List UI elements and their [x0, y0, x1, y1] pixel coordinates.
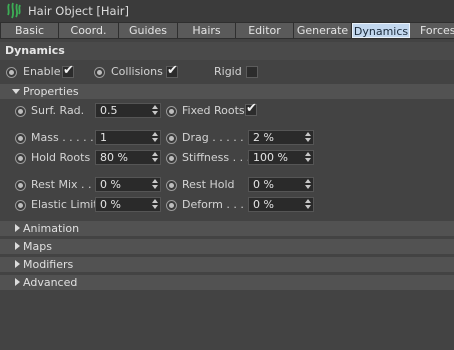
- elastic-limit-label: Elastic Limit: [31, 198, 98, 211]
- drag-value: 2 %: [253, 131, 274, 144]
- check-mark-icon: ✔: [63, 63, 74, 78]
- properties-group-header[interactable]: Properties: [0, 84, 454, 99]
- drag-animate-radio[interactable]: [166, 133, 177, 144]
- tab-forces[interactable]: Forces: [410, 23, 454, 38]
- hold-roots-animate-radio[interactable]: [15, 153, 26, 164]
- rest-mix-label: Rest Mix . . .: [31, 178, 99, 191]
- surf-rad-field[interactable]: 0.5: [95, 103, 161, 118]
- chevron-right-icon: [15, 278, 20, 286]
- maps-group-header[interactable]: Maps: [0, 239, 454, 254]
- spinner-arrows-icon[interactable]: [152, 179, 158, 190]
- elastic-limit-animate-radio[interactable]: [15, 200, 26, 211]
- rest-hold-field[interactable]: 0 %: [248, 177, 314, 192]
- chevron-right-icon: [15, 242, 20, 250]
- spinner-arrows-icon[interactable]: [305, 132, 311, 143]
- collisions-animate-radio[interactable]: [94, 67, 105, 78]
- tab-coord[interactable]: Coord.: [59, 23, 119, 38]
- rest-mix-value: 0 %: [100, 178, 121, 191]
- advanced-title: Advanced: [23, 276, 78, 289]
- maps-title: Maps: [23, 240, 52, 253]
- spinner-arrows-icon[interactable]: [152, 132, 158, 143]
- advanced-group-header[interactable]: Advanced: [0, 275, 454, 290]
- chevron-down-icon: [12, 89, 20, 94]
- surf-rad-label: Surf. Rad.: [31, 104, 85, 117]
- title-bar: Hair Object [Hair]: [0, 0, 454, 22]
- stiffness-value: 100 %: [253, 151, 288, 164]
- deform-animate-radio[interactable]: [166, 200, 177, 211]
- tab-bar: Basic Coord. Guides Hairs Editor Generat…: [0, 22, 454, 39]
- collisions-checkbox[interactable]: ✔: [166, 63, 178, 78]
- stiffness-animate-radio[interactable]: [166, 153, 177, 164]
- deform-label: Deform . . . . .: [182, 198, 258, 211]
- spinner-arrows-icon[interactable]: [305, 199, 311, 210]
- hair-object-icon: [7, 2, 21, 19]
- hold-roots-value: 80 %: [100, 151, 128, 164]
- hold-roots-label: Hold Roots: [31, 151, 91, 164]
- rest-hold-label: Rest Hold: [182, 178, 235, 191]
- elastic-limit-value: 0 %: [100, 198, 121, 211]
- rest-hold-value: 0 %: [253, 178, 274, 191]
- collisions-label: Collisions: [111, 65, 163, 78]
- tab-editor[interactable]: Editor: [236, 23, 294, 38]
- fixed-roots-animate-radio[interactable]: [166, 106, 177, 117]
- rigid-label: Rigid: [214, 65, 242, 78]
- tab-dynamics[interactable]: Dynamics: [352, 23, 410, 38]
- check-mark-icon: ✔: [167, 63, 178, 78]
- mass-field[interactable]: 1: [95, 130, 161, 145]
- surf-rad-value: 0.5: [100, 104, 118, 117]
- modifiers-title: Modifiers: [23, 258, 74, 271]
- spinner-arrows-icon[interactable]: [152, 199, 158, 210]
- rest-hold-animate-radio[interactable]: [166, 180, 177, 191]
- spinner-arrows-icon[interactable]: [152, 152, 158, 163]
- properties-title: Properties: [23, 85, 79, 98]
- fixed-roots-checkbox[interactable]: ✔: [245, 101, 257, 116]
- chevron-right-icon: [15, 224, 20, 232]
- stiffness-field[interactable]: 100 %: [248, 150, 314, 165]
- spinner-arrows-icon[interactable]: [152, 105, 158, 116]
- section-title: Dynamics: [5, 44, 65, 57]
- surf-rad-animate-radio[interactable]: [15, 106, 26, 117]
- stiffness-label: Stiffness . . .: [182, 151, 251, 164]
- enable-label: Enable: [23, 65, 61, 78]
- deform-value: 0 %: [253, 198, 274, 211]
- mass-animate-radio[interactable]: [15, 133, 26, 144]
- check-mark-icon: ✔: [246, 101, 257, 116]
- tab-generate[interactable]: Generate: [294, 23, 352, 38]
- chevron-right-icon: [15, 260, 20, 268]
- mass-value: 1: [100, 131, 107, 144]
- enable-animate-radio[interactable]: [6, 67, 17, 78]
- elastic-limit-field[interactable]: 0 %: [95, 197, 161, 212]
- hold-roots-field[interactable]: 80 %: [95, 150, 161, 165]
- rest-mix-animate-radio[interactable]: [15, 180, 26, 191]
- animation-title: Animation: [23, 222, 80, 235]
- fixed-roots-label: Fixed Roots: [182, 104, 245, 117]
- deform-field[interactable]: 0 %: [248, 197, 314, 212]
- modifiers-group-header[interactable]: Modifiers: [0, 257, 454, 272]
- spinner-arrows-icon[interactable]: [305, 152, 311, 163]
- animation-group-header[interactable]: Animation: [0, 221, 454, 236]
- spinner-arrows-icon[interactable]: [305, 179, 311, 190]
- tab-guides[interactable]: Guides: [119, 23, 178, 38]
- tab-basic[interactable]: Basic: [1, 23, 59, 38]
- rest-mix-field[interactable]: 0 %: [95, 177, 161, 192]
- section-header: Dynamics: [0, 42, 454, 60]
- window-title: Hair Object [Hair]: [28, 4, 129, 18]
- tab-hairs[interactable]: Hairs: [178, 23, 236, 38]
- rigid-checkbox[interactable]: [246, 66, 258, 78]
- enable-checkbox[interactable]: ✔: [62, 63, 74, 78]
- drag-field[interactable]: 2 %: [248, 130, 314, 145]
- drag-label: Drag . . . . . .: [182, 131, 251, 144]
